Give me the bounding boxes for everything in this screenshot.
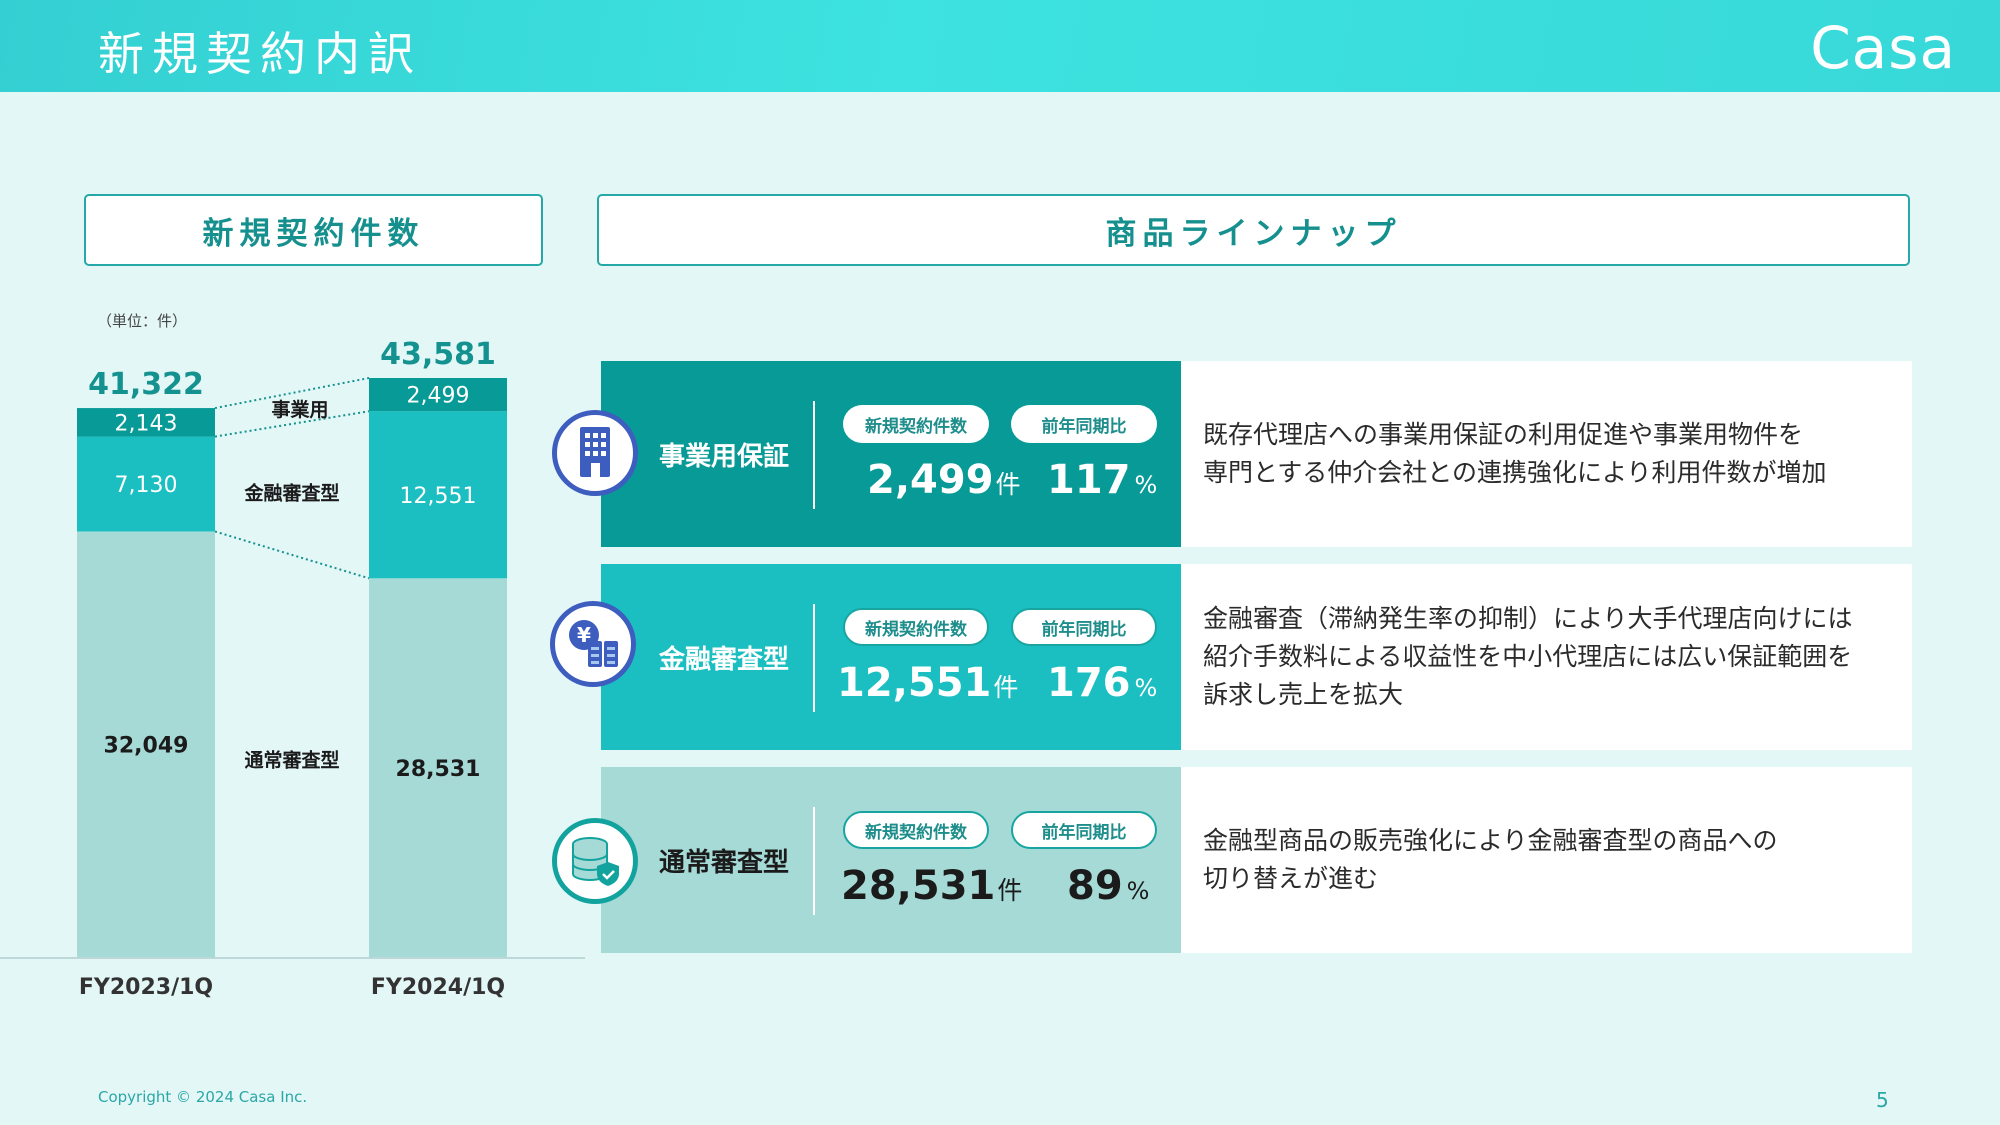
stacked-bar-chart: 32,049 7,130 2,143 41,322 FY2023/1Q 28,531 12,… bbox=[0, 312, 585, 1000]
metric-label-count: 新規契約件数 bbox=[843, 811, 989, 849]
metric-yoy-value: 89 bbox=[1067, 863, 1123, 909]
card-divider bbox=[813, 401, 815, 509]
product-description: 金融審査（滞納発生率の抑制）により大手代理店向けには 紹介手数料による収益性を中… bbox=[1203, 604, 1853, 709]
metric-count: 2,499 件 bbox=[867, 457, 1021, 515]
legend-label: 金融審査型 bbox=[243, 481, 339, 504]
connector-line bbox=[214, 530, 370, 580]
left-section-title: 新規契約件数 bbox=[84, 194, 543, 266]
right-section-title: 商品ラインナップ bbox=[597, 194, 1910, 266]
bar-value-label: 2,143 bbox=[115, 411, 178, 436]
metric-yoy: 117 % bbox=[1047, 457, 1157, 515]
metric-count-unit: 件 bbox=[995, 470, 1021, 499]
brand-logo: Casa bbox=[1810, 14, 1956, 82]
page-title: 新規契約内訳 bbox=[98, 27, 422, 81]
x-tick-label: FY2024/1Q bbox=[371, 975, 505, 1000]
metric-label-yoy: 前年同期比 bbox=[1011, 405, 1157, 443]
product-description-panel: 既存代理店への事業用保証の利用促進や事業用物件を 専門とする仲介会社との連携強化… bbox=[1181, 361, 1912, 547]
metric-count: 12,551 件 bbox=[837, 660, 1018, 718]
x-tick-label: FY2023/1Q bbox=[79, 975, 213, 1000]
metric-yoy-unit: % bbox=[1126, 877, 1150, 905]
metric-count-value: 2,499 bbox=[867, 457, 994, 503]
yen-server-icon: ¥ bbox=[550, 601, 636, 687]
card-divider bbox=[813, 807, 815, 915]
unit-label: （単位：件） bbox=[97, 312, 187, 330]
building-icon bbox=[552, 410, 638, 496]
bar-value-label: 28,531 bbox=[396, 757, 481, 782]
metric-yoy-value: 176 bbox=[1047, 660, 1131, 706]
card-divider bbox=[813, 604, 815, 712]
left-section-title-text: 新規契約件数 bbox=[202, 215, 425, 252]
metric-yoy: 176 % bbox=[1047, 660, 1157, 718]
product-card-business: 事業用保証 新規契約件数 前年同期比 2,499 件 117 % 既存代理店への… bbox=[601, 361, 1912, 547]
product-card-standard-panel: 通常審査型 新規契約件数 前年同期比 28,531 件 89 % bbox=[601, 767, 1181, 953]
product-description-panel: 金融審査（滞納発生率の抑制）により大手代理店向けには 紹介手数料による収益性を中… bbox=[1181, 564, 1912, 750]
metric-count: 28,531 件 bbox=[841, 863, 1022, 921]
product-description: 金融型商品の販売強化により金融審査型の商品への 切り替えが進む bbox=[1203, 826, 1778, 893]
database-shield-icon bbox=[552, 818, 638, 904]
copyright-text: Copyright © 2024 Casa Inc. bbox=[98, 1088, 308, 1106]
bar-value-label: 2,499 bbox=[407, 384, 470, 409]
product-name: 事業用保証 bbox=[659, 441, 790, 472]
metric-yoy-unit: % bbox=[1134, 471, 1158, 499]
bar-total-label: 41,322 bbox=[88, 367, 204, 402]
metric-count-value: 12,551 bbox=[837, 660, 992, 706]
product-card-standard: 通常審査型 新規契約件数 前年同期比 28,531 件 89 % 金融型商品の販… bbox=[601, 767, 1912, 953]
page-number: 5 bbox=[1876, 1088, 1889, 1112]
metric-count-unit: 件 bbox=[997, 876, 1023, 905]
product-description: 既存代理店への事業用保証の利用促進や事業用物件を 専門とする仲介会社との連携強化… bbox=[1203, 420, 1827, 487]
metric-yoy-unit: % bbox=[1134, 674, 1158, 702]
header-bar: 新規契約内訳 Casa bbox=[0, 0, 2000, 92]
bar-value-label: 32,049 bbox=[104, 734, 189, 759]
metric-yoy-value: 117 bbox=[1047, 457, 1131, 503]
bar-value-label: 7,130 bbox=[115, 473, 178, 498]
metric-count-value: 28,531 bbox=[841, 863, 996, 909]
right-section-title-text: 商品ラインナップ bbox=[1105, 215, 1402, 252]
metric-count-unit: 件 bbox=[993, 673, 1019, 702]
bar-total-label: 43,581 bbox=[380, 337, 496, 372]
product-card-financial: 金融審査型 新規契約件数 前年同期比 12,551 件 176 % 金融審査（滞… bbox=[601, 564, 1912, 750]
metric-label-count: 新規契約件数 bbox=[843, 405, 989, 443]
product-name: 通常審査型 bbox=[659, 847, 790, 878]
bar-value-label: 12,551 bbox=[400, 484, 477, 509]
metric-label-yoy: 前年同期比 bbox=[1011, 811, 1157, 849]
legend-label: 事業用 bbox=[271, 398, 328, 421]
product-name: 金融審査型 bbox=[659, 644, 790, 675]
metric-label-count: 新規契約件数 bbox=[843, 608, 989, 646]
product-card-financial-panel: 金融審査型 新規契約件数 前年同期比 12,551 件 176 % bbox=[601, 564, 1181, 750]
product-description-panel: 金融型商品の販売強化により金融審査型の商品への 切り替えが進む bbox=[1181, 767, 1912, 953]
legend-label: 通常審査型 bbox=[244, 748, 339, 771]
product-card-business-panel: 事業用保証 新規契約件数 前年同期比 2,499 件 117 % bbox=[601, 361, 1181, 547]
metric-yoy: 89 % bbox=[1067, 863, 1149, 921]
metric-label-yoy: 前年同期比 bbox=[1011, 608, 1157, 646]
